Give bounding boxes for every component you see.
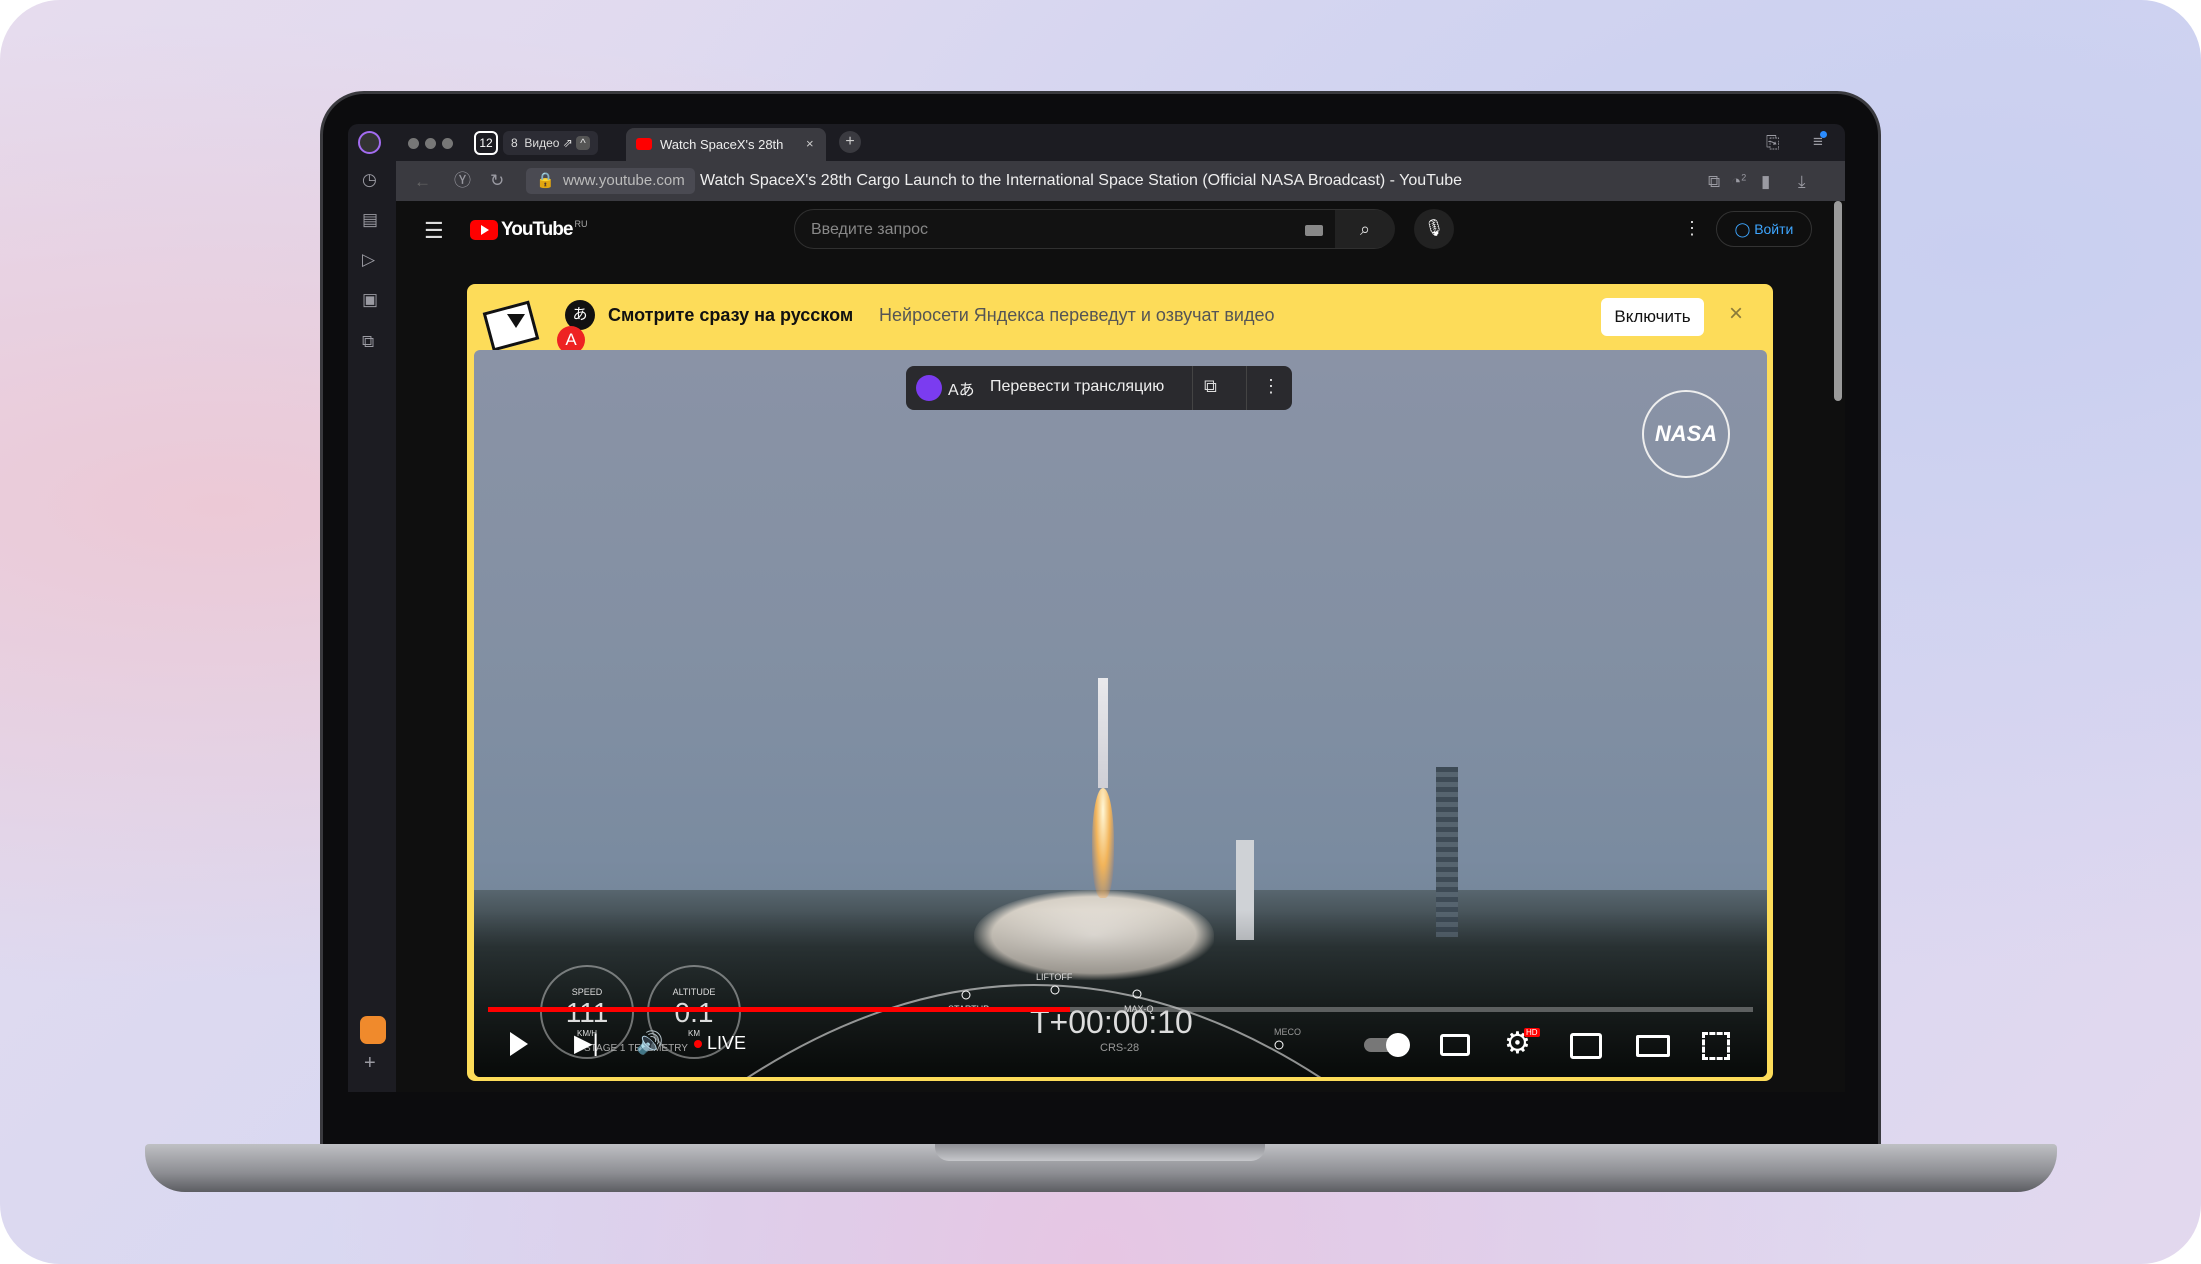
add-sidebar-icon[interactable]: + xyxy=(364,1053,376,1073)
speed-label: SPEED xyxy=(571,987,603,997)
event-liftoff: LIFTOFF xyxy=(1036,972,1073,982)
nasa-logo: NASA xyxy=(1642,390,1730,478)
search-input[interactable]: Введите запрос ⌕ xyxy=(794,209,1395,249)
settings-icon[interactable]: ⚙ HD xyxy=(1504,1026,1540,1061)
menu-icon[interactable]: ≡ xyxy=(1813,131,1827,150)
bookmarks-icon[interactable]: ⎘ xyxy=(1766,134,1780,151)
theater-mode-icon[interactable] xyxy=(1636,1035,1670,1057)
more-icon[interactable]: ••• xyxy=(362,1089,380,1092)
video-player[interactable]: NASA Aあ Перевести трансляцию ⧉ ⋮ SPEED 1… xyxy=(474,350,1767,1077)
volume-icon[interactable]: 🔊 xyxy=(636,1030,663,1056)
url-field[interactable]: 🔒 www.youtube.com xyxy=(526,168,695,194)
tabs-icon[interactable]: ▣ xyxy=(362,291,378,308)
play-button[interactable] xyxy=(510,1032,528,1056)
search-button[interactable]: ⌕ xyxy=(1335,210,1395,248)
laptop-notch xyxy=(935,1144,1265,1161)
hamburger-icon[interactable]: ☰ xyxy=(424,218,444,244)
mission-name: CRS-28 xyxy=(1100,1042,1140,1054)
url-text: www.youtube.com xyxy=(563,172,685,189)
history-icon[interactable]: ◷ xyxy=(362,171,377,188)
tab-count-badge[interactable]: 12 xyxy=(474,131,498,155)
search-placeholder: Введите запрос xyxy=(811,221,928,238)
keyboard-icon[interactable] xyxy=(1305,225,1323,236)
translate-icon[interactable]: ⧉ xyxy=(1708,173,1720,190)
progress-bar[interactable] xyxy=(488,1007,1753,1012)
logo-text: YouTube xyxy=(501,219,573,240)
rocket-flame xyxy=(1092,788,1114,898)
translate-more-icon[interactable]: ⋮ xyxy=(1262,376,1280,397)
rocket xyxy=(1098,678,1108,788)
progress-fill xyxy=(488,1007,1070,1012)
scrollbar[interactable] xyxy=(1834,201,1842,401)
translate-stream-button[interactable]: Перевести трансляцию xyxy=(990,378,1164,396)
event-liftoff-marker xyxy=(1050,985,1060,995)
collections-icon[interactable]: ▤ xyxy=(362,211,378,228)
tab-bar: 12 8 Видео ⇗ ^ Watch SpaceX's 28th × + ⎘… xyxy=(348,124,1845,161)
event-meco: MECO xyxy=(1274,1027,1301,1037)
event-startup-marker xyxy=(961,990,971,1000)
youtube-favicon-icon xyxy=(636,138,652,150)
collapse-group-icon[interactable]: ^ xyxy=(576,136,590,150)
region-label: RU xyxy=(574,219,588,229)
close-banner-icon[interactable]: × xyxy=(1729,300,1743,328)
badge: 2 xyxy=(1741,172,1747,183)
live-dot xyxy=(694,1040,702,1048)
tab-group[interactable]: 8 Видео ⇗ ^ xyxy=(503,131,598,155)
close-tab-icon[interactable]: × xyxy=(806,136,814,151)
new-tab-button[interactable]: + xyxy=(839,131,861,153)
banner-subtitle: Нейросети Яндекса переведут и озвучат ви… xyxy=(879,305,1275,325)
reload-icon[interactable]: ↻ xyxy=(490,172,504,189)
more-options-icon[interactable]: ⋮ xyxy=(1683,218,1701,239)
screenshot-icon[interactable]: ⧉ xyxy=(362,333,374,350)
back-icon[interactable]: ← xyxy=(414,173,431,190)
sidebar-app-icon[interactable] xyxy=(360,1016,386,1044)
youtube-play-icon xyxy=(470,220,498,240)
miniplayer-icon[interactable] xyxy=(1570,1033,1602,1059)
tab-group-label: Видео xyxy=(524,136,560,150)
enable-button[interactable]: Включить xyxy=(1601,298,1704,336)
open-external-icon[interactable]: ⧉ xyxy=(1204,376,1217,397)
voice-search-icon[interactable]: 🎙 xyxy=(1414,209,1454,249)
address-bar: ← Ⓨ ↻ 🔒 www.youtube.com Watch SpaceX's 2… xyxy=(396,161,1845,201)
tab-active[interactable]: Watch SpaceX's 28th × xyxy=(626,128,826,161)
bookmark-icon[interactable]: ▮ xyxy=(1761,173,1770,190)
alice-icon xyxy=(916,375,942,401)
video-icon[interactable]: ▷ xyxy=(362,251,375,268)
browser-sidebar: ◷ ▤ ▷ ▣ ⧉ + ••• xyxy=(348,161,396,1092)
youtube-logo[interactable]: YouTube RU xyxy=(470,219,587,241)
translate-stream-bar: Aあ Перевести трансляцию ⧉ ⋮ xyxy=(906,366,1292,410)
downloads-protect-icon[interactable]: ◔2 xyxy=(1731,173,1746,190)
window-controls xyxy=(408,138,453,149)
subtitles-icon[interactable] xyxy=(1440,1034,1470,1056)
fullscreen-icon[interactable] xyxy=(1702,1032,1730,1060)
event-meco-marker xyxy=(1274,1040,1284,1050)
hd-badge: HD xyxy=(1524,1028,1540,1037)
profile-avatar[interactable] xyxy=(358,131,381,154)
autoplay-toggle[interactable] xyxy=(1364,1033,1412,1057)
sign-in-button[interactable]: ◯ Войти xyxy=(1716,211,1812,247)
yandex-translate-illustration: あ A xyxy=(477,292,595,354)
translate-icon: Aあ xyxy=(948,382,975,399)
download-icon[interactable]: ⤓ xyxy=(1798,173,1806,190)
next-button[interactable]: ▶| xyxy=(574,1032,599,1056)
speed-value: 111 xyxy=(565,997,609,1028)
tab-title: Watch SpaceX's 28th xyxy=(660,137,784,152)
sign-in-label: Войти xyxy=(1754,221,1794,237)
yandex-icon[interactable]: Ⓨ xyxy=(454,172,471,189)
tab-group-count: 8 xyxy=(511,136,518,150)
live-button[interactable]: LIVE xyxy=(707,1033,746,1054)
banner-title: Смотрите сразу на русском xyxy=(608,305,854,325)
page-title: Watch SpaceX's 28th Cargo Launch to the … xyxy=(700,172,1463,189)
